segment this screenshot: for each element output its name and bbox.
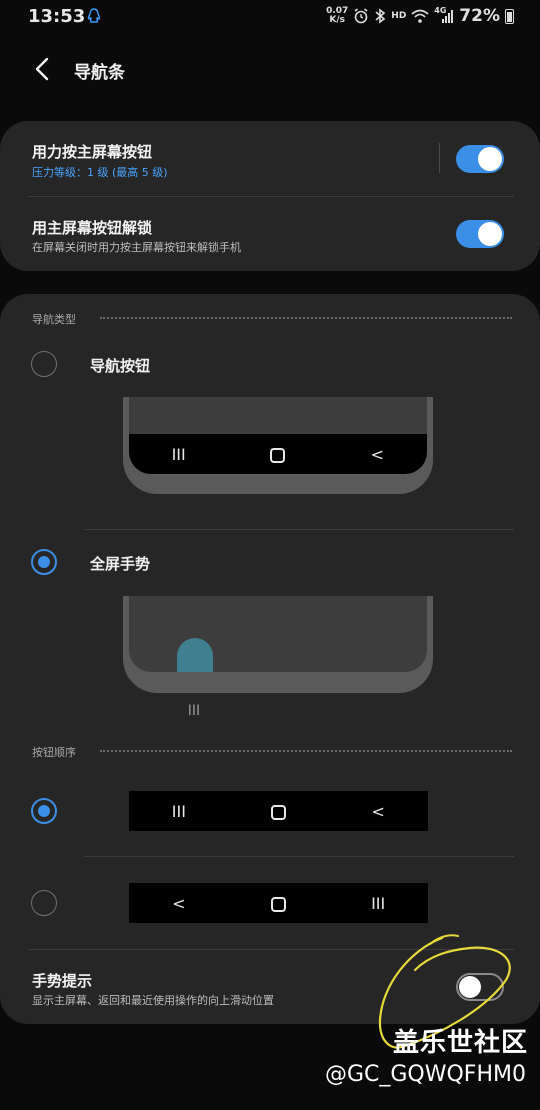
gesture-handle-icon: III: [187, 703, 201, 719]
qq-app-icon: [87, 8, 101, 23]
unlock-toggle[interactable]: [456, 220, 504, 248]
option-divider: [84, 529, 514, 530]
page-title: 导航条: [74, 63, 125, 83]
hd-badge: HD: [391, 11, 407, 21]
wifi-icon: [411, 9, 429, 23]
back-icon: <: [370, 444, 385, 464]
home-icon: [258, 445, 298, 464]
press-home-subtitle[interactable]: 压力等级：1 级 (最高 5 级): [32, 164, 168, 180]
battery-icon: [505, 8, 514, 24]
preview-navbar: III <: [129, 434, 427, 474]
gesture-hints-title: 手势提示: [32, 972, 93, 990]
press-settings-card: 用力按主屏幕按钮 压力等级：1 级 (最高 5 级) 用主屏幕按钮解锁 在屏幕关…: [0, 121, 540, 271]
back-icon: <: [371, 801, 385, 821]
back-arrow-icon[interactable]: [28, 54, 58, 84]
home-icon: [258, 894, 298, 913]
alarm-icon: [354, 8, 368, 24]
gestures-radio[interactable]: [31, 549, 57, 575]
order-option-1-bar[interactable]: III <: [129, 791, 428, 831]
watermark-site: 盖乐世社区: [392, 1028, 528, 1058]
section-dotted-line: [100, 750, 512, 752]
status-time: 13:53: [28, 6, 86, 27]
preview-screen: [129, 397, 427, 434]
nav-buttons-radio[interactable]: [31, 351, 57, 377]
order-option-1-radio[interactable]: [31, 798, 57, 824]
net-speed: 0.07 K/s: [326, 7, 348, 25]
gesture-swipe-area: [177, 638, 213, 672]
recents-icon: III: [171, 801, 186, 821]
section-dotted-line: [100, 317, 512, 319]
back-icon: <: [172, 893, 186, 913]
cell-signal-icon: 4G: [434, 6, 454, 24]
order-option-2-radio[interactable]: [31, 890, 57, 916]
preview-screen: [129, 596, 427, 672]
press-home-title: 用力按主屏幕按钮: [32, 143, 153, 161]
gestures-preview[interactable]: [123, 596, 433, 693]
button-order-label: 按钮顺序: [32, 746, 76, 759]
press-home-toggle[interactable]: [456, 145, 504, 173]
battery-percent: 72%: [459, 6, 500, 26]
nav-buttons-label[interactable]: 导航按钮: [90, 355, 150, 376]
navigation-card: 导航类型 导航按钮 III < 全屏手势 III 按钮顺序 III < < II…: [0, 294, 540, 1024]
gestures-label[interactable]: 全屏手势: [90, 553, 150, 574]
bluetooth-icon: [375, 8, 386, 24]
recents-icon: III: [371, 893, 386, 913]
nav-buttons-preview[interactable]: III <: [123, 397, 433, 494]
gesture-hints-subtitle: 显示主屏幕、返回和最近使用操作的向上滑动位置: [32, 994, 274, 1007]
home-icon: [258, 802, 298, 821]
net-speed-unit: K/s: [329, 15, 345, 25]
recents-icon: III: [171, 444, 186, 464]
card-divider: [28, 196, 514, 197]
unlock-title: 用主屏幕按钮解锁: [32, 219, 153, 237]
toggle-separator: [439, 143, 440, 173]
order-option-2-bar[interactable]: < III: [129, 883, 428, 923]
status-icons: 0.07 K/s HD 4G 72%: [326, 6, 514, 26]
unlock-subtitle: 在屏幕关闭时用力按主屏幕按钮来解锁手机: [32, 241, 241, 254]
watermark-user: @GC_GQWQFHM0: [324, 1062, 526, 1087]
nav-type-label: 导航类型: [32, 313, 76, 326]
option-divider: [84, 856, 514, 857]
